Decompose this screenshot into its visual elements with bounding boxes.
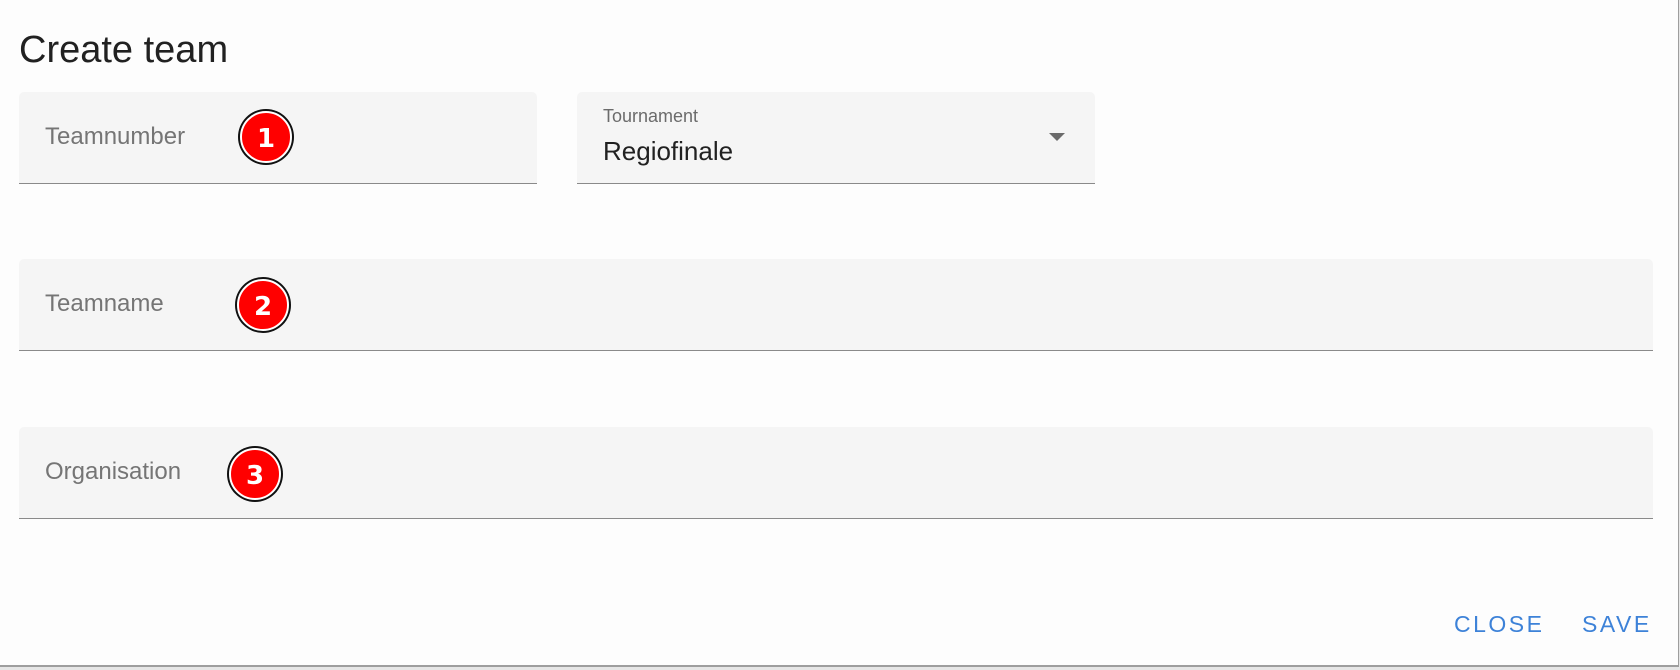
dropdown-arrow-icon[interactable]	[1049, 133, 1065, 141]
tournament-select[interactable]: Tournament Regiofinale	[577, 92, 1095, 184]
tournament-label: Tournament	[603, 106, 699, 126]
teamname-placeholder: Teamname	[45, 290, 164, 317]
dialog-title: Create team	[19, 29, 229, 71]
organisation-placeholder: Organisation	[45, 458, 182, 485]
annotation-badge-2: 2	[237, 279, 289, 331]
teamnumber-placeholder: Teamnumber	[45, 123, 186, 150]
tournament-selected-value: Regiofinale	[603, 136, 734, 166]
save-button[interactable]: SAVE	[1582, 606, 1652, 642]
annotation-badge-1: 1	[240, 111, 292, 163]
annotation-badge-3: 3	[229, 448, 281, 500]
close-button[interactable]: CLOSE	[1454, 606, 1544, 642]
create-team-dialog: Create team Teamnumber 1 Tournament Regi…	[0, 0, 1679, 667]
